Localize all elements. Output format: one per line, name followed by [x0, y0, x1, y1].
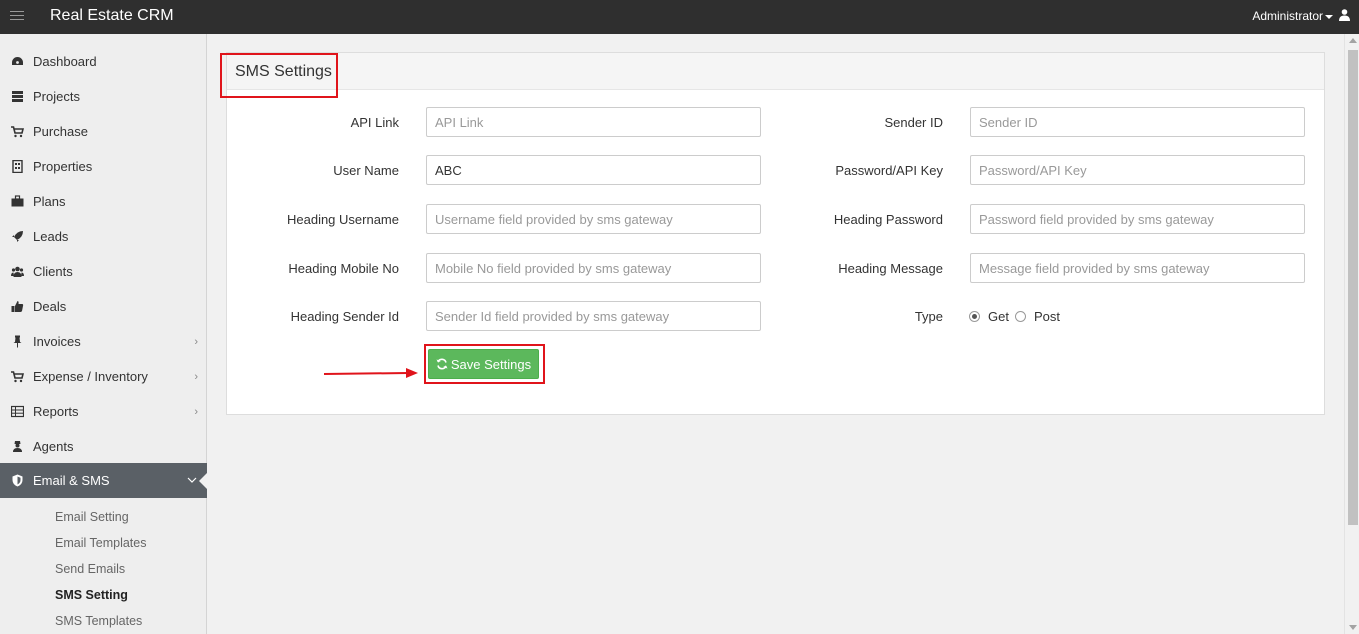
table-icon — [11, 405, 24, 418]
save-settings-label: Save Settings — [450, 356, 532, 372]
shield-icon — [12, 474, 23, 487]
sidebar-item-label: Leads — [33, 229, 69, 244]
pin-icon — [13, 335, 22, 348]
hamburger-menu-icon[interactable] — [10, 11, 24, 21]
sidebar-item-dashboard[interactable]: Dashboard — [0, 44, 207, 79]
sidebar-item-expense-inventory[interactable]: Expense / Inventory › — [0, 359, 207, 394]
top-navbar: Real Estate CRM Administrator — [0, 0, 1359, 34]
sidebar-item-label: Invoices — [33, 334, 81, 349]
user-icon[interactable] — [1339, 9, 1350, 21]
sidebar-item-label: Purchase — [33, 124, 88, 139]
sidebar-item-leads[interactable]: Leads — [0, 219, 207, 254]
thumbs-up-icon — [11, 301, 24, 312]
sidebar-item-plans[interactable]: Plans — [0, 184, 207, 219]
user-menu-label: Administrator — [1252, 9, 1323, 23]
heading-sender-input[interactable] — [426, 301, 761, 331]
user-menu[interactable]: Administrator — [1252, 9, 1333, 23]
cart-icon — [11, 371, 24, 383]
sidebar-item-label: Email & SMS — [33, 473, 110, 488]
title-highlight-box — [220, 53, 338, 98]
vertical-scrollbar[interactable] — [1344, 34, 1359, 634]
sidebar-item-label: Reports — [33, 404, 79, 419]
type-post-radio[interactable] — [1015, 311, 1026, 322]
chevron-down-icon — [187, 477, 197, 483]
sidebar-subitem-email-setting[interactable]: Email Setting — [55, 510, 129, 524]
sender-id-label: Sender ID — [884, 115, 943, 130]
heading-message-label: Heading Message — [838, 261, 943, 276]
cart-icon — [11, 126, 24, 138]
sidebar-item-purchase[interactable]: Purchase — [0, 114, 207, 149]
chevron-right-icon: › — [194, 371, 198, 383]
sidebar-item-label: Plans — [33, 194, 66, 209]
password-input[interactable] — [970, 155, 1305, 185]
sidebar: Dashboard Projects Purchase Properties P… — [0, 34, 207, 634]
heading-sender-label: Heading Sender Id — [290, 309, 399, 324]
heading-username-label: Heading Username — [286, 212, 399, 227]
user-name-input[interactable] — [426, 155, 761, 185]
type-get-label[interactable]: Get — [988, 309, 1009, 324]
agent-icon — [13, 441, 22, 452]
sidebar-subitem-send-emails[interactable]: Send Emails — [55, 562, 125, 576]
sidebar-item-invoices[interactable]: Invoices › — [0, 324, 207, 359]
heading-message-input[interactable] — [970, 253, 1305, 283]
scrollbar-thumb[interactable] — [1348, 50, 1358, 525]
type-post-label[interactable]: Post — [1034, 309, 1060, 324]
heading-mobile-label: Heading Mobile No — [288, 261, 399, 276]
refresh-icon — [436, 358, 448, 370]
sidebar-item-label: Agents — [33, 439, 74, 454]
rocket-icon — [12, 231, 23, 242]
user-name-label: User Name — [333, 163, 399, 178]
sidebar-item-projects[interactable]: Projects — [0, 79, 207, 114]
sender-id-input[interactable] — [970, 107, 1305, 137]
sidebar-item-deals[interactable]: Deals — [0, 289, 207, 324]
sidebar-item-label: Properties — [33, 159, 93, 174]
sidebar-item-reports[interactable]: Reports › — [0, 394, 207, 429]
sidebar-item-clients[interactable]: Clients — [0, 254, 207, 289]
sidebar-item-label: Deals — [33, 299, 67, 314]
heading-username-input[interactable] — [426, 204, 761, 234]
chevron-right-icon: › — [194, 336, 198, 348]
app-title[interactable]: Real Estate CRM — [50, 7, 174, 25]
sidebar-item-label: Projects — [33, 89, 80, 104]
api-link-input[interactable] — [426, 107, 761, 137]
building-icon — [12, 160, 23, 173]
save-settings-button[interactable]: Save Settings — [428, 349, 539, 379]
sidebar-subitem-sms-setting[interactable]: SMS Setting — [55, 588, 128, 602]
sidebar-item-properties[interactable]: Properties — [0, 149, 207, 184]
scroll-up-icon[interactable] — [1349, 38, 1357, 43]
briefcase-icon — [11, 195, 24, 207]
panel-header: SMS Settings — [227, 53, 1324, 90]
sidebar-item-label: Expense / Inventory — [33, 369, 148, 384]
server-icon — [12, 91, 23, 102]
type-label: Type — [914, 309, 943, 324]
caret-down-icon — [1325, 14, 1333, 19]
password-label: Password/API Key — [835, 163, 943, 178]
dashboard-icon — [12, 57, 23, 65]
chevron-right-icon: › — [194, 406, 198, 418]
type-get-radio[interactable] — [969, 311, 980, 322]
scroll-down-icon[interactable] — [1349, 625, 1357, 630]
sidebar-subitem-email-templates[interactable]: Email Templates — [55, 536, 146, 550]
heading-password-label: Heading Password — [833, 212, 943, 227]
users-icon — [11, 266, 24, 277]
heading-mobile-input[interactable] — [426, 253, 761, 283]
sidebar-subitem-sms-templates[interactable]: SMS Templates — [55, 614, 142, 628]
annotation-arrow — [323, 368, 418, 378]
sidebar-item-agents[interactable]: Agents — [0, 429, 207, 464]
active-indicator — [199, 473, 207, 489]
api-link-label: API Link — [350, 115, 399, 130]
sidebar-item-email-sms[interactable]: Email & SMS — [0, 463, 207, 498]
heading-password-input[interactable] — [970, 204, 1305, 234]
sidebar-item-label: Dashboard — [33, 54, 97, 69]
sidebar-item-label: Clients — [33, 264, 73, 279]
